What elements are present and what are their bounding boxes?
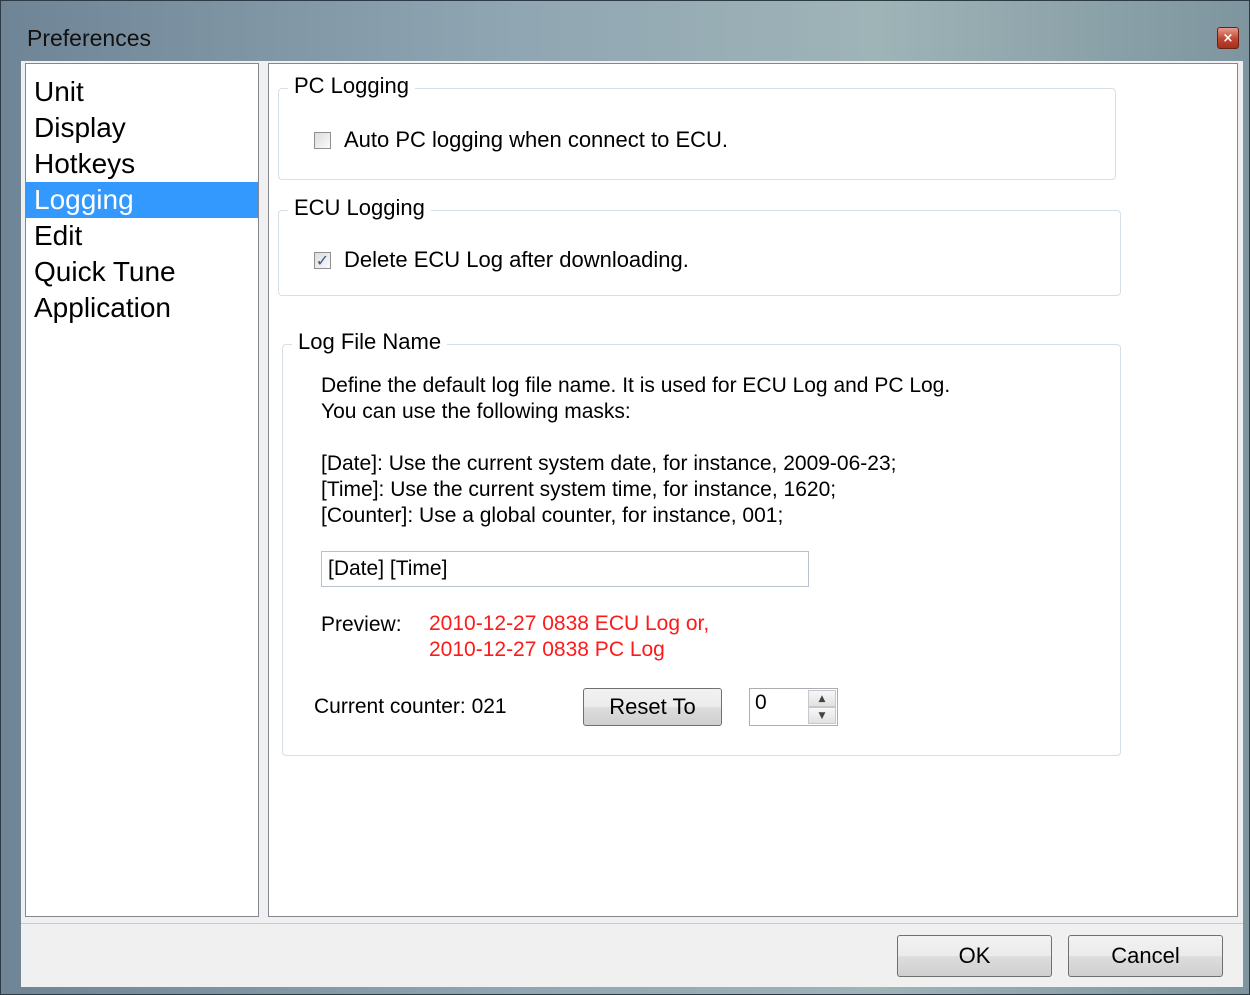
reset-value[interactable]: 0: [755, 691, 767, 715]
checkmark-icon: ✓: [315, 250, 330, 270]
spin-up-icon[interactable]: ▲: [808, 690, 836, 707]
delete-ecu-log-label[interactable]: Delete ECU Log after downloading.: [344, 247, 689, 273]
log-file-name-legend: Log File Name: [292, 329, 448, 355]
nav-item-unit[interactable]: Unit: [26, 74, 258, 110]
dialog-client-area: Unit Display Hotkeys Logging Edit Quick …: [21, 61, 1243, 987]
nav-item-logging[interactable]: Logging: [26, 182, 258, 218]
ok-button[interactable]: OK: [897, 935, 1052, 977]
pc-logging-group: PC Logging Auto PC logging when connect …: [278, 73, 1116, 180]
close-button[interactable]: ×: [1217, 27, 1239, 49]
nav-item-hotkeys[interactable]: Hotkeys: [26, 146, 258, 182]
description-line-2: You can use the following masks:: [321, 400, 631, 423]
preview-line-1: 2010-12-27 0838 ECU Log or,: [429, 612, 710, 635]
title-bar[interactable]: Preferences ×: [1, 1, 1249, 61]
preview-label: Preview:: [321, 613, 402, 636]
nav-item-application[interactable]: Application: [26, 290, 258, 326]
delete-ecu-log-checkbox[interactable]: ✓: [314, 250, 331, 270]
spinner-buttons: ▲ ▼: [808, 690, 836, 724]
cancel-button[interactable]: Cancel: [1068, 935, 1223, 977]
logging-panel: PC Logging Auto PC logging when connect …: [268, 63, 1238, 917]
window-title: Preferences: [27, 25, 152, 51]
nav-item-quick-tune[interactable]: Quick Tune: [26, 254, 258, 290]
log-file-name-group: Log File Name Define the default log fil…: [282, 329, 1121, 756]
mask-counter: [Counter]: Use a global counter, for ins…: [321, 504, 784, 527]
description-line-1: Define the default log file name. It is …: [321, 374, 951, 397]
footer-separator: [21, 923, 1243, 924]
auto-pc-logging-checkbox[interactable]: [314, 131, 331, 149]
ecu-logging-group: ECU Logging ✓ Delete ECU Log after downl…: [278, 195, 1121, 296]
auto-pc-logging-label[interactable]: Auto PC logging when connect to ECU.: [344, 127, 728, 153]
category-list: Unit Display Hotkeys Logging Edit Quick …: [25, 63, 259, 917]
close-icon: ×: [1222, 30, 1234, 46]
mask-list: [Date]: Use the current system date, for…: [321, 451, 896, 529]
mask-date: [Date]: Use the current system date, for…: [321, 452, 897, 475]
preview-value: 2010-12-27 0838 ECU Log or, 2010-12-27 0…: [429, 611, 709, 663]
current-counter-label: Current counter: 021: [314, 695, 507, 718]
log-file-name-input[interactable]: [Date] [Time]: [321, 551, 809, 587]
mask-time: [Time]: Use the current system time, for…: [321, 478, 837, 501]
reset-to-button[interactable]: Reset To: [583, 688, 722, 726]
spin-down-icon[interactable]: ▼: [808, 707, 836, 724]
reset-value-spinner[interactable]: 0 ▲ ▼: [749, 688, 838, 726]
nav-item-display[interactable]: Display: [26, 110, 258, 146]
nav-item-edit[interactable]: Edit: [26, 218, 258, 254]
auto-pc-logging-row[interactable]: Auto PC logging when connect to ECU.: [314, 127, 728, 153]
preferences-window: Preferences × Unit Display Hotkeys Loggi…: [0, 0, 1250, 995]
ecu-logging-legend: ECU Logging: [288, 195, 431, 221]
delete-ecu-log-row[interactable]: ✓ Delete ECU Log after downloading.: [314, 247, 689, 273]
preview-line-2: 2010-12-27 0838 PC Log: [429, 638, 665, 661]
log-file-description: Define the default log file name. It is …: [321, 373, 950, 425]
pc-logging-legend: PC Logging: [288, 73, 415, 99]
